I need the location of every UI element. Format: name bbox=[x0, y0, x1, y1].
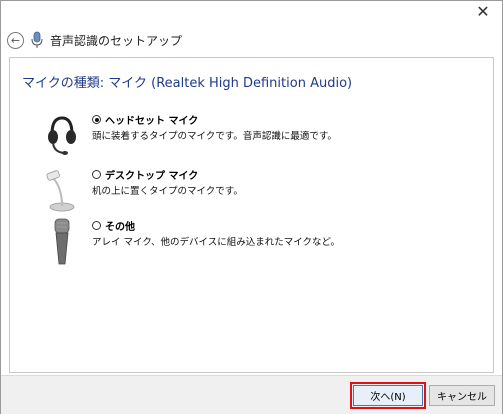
dialog-window: ✕ ← 音声認識のセットアップ マイクの種類: マイク (Realtek Hig… bbox=[0, 0, 503, 414]
cancel-button[interactable]: キャンセル bbox=[429, 385, 495, 406]
button-bar: 次へ(N) キャンセル bbox=[1, 375, 502, 414]
wizard-header: ← 音声認識のセットアップ bbox=[7, 29, 182, 51]
headset-icon bbox=[48, 116, 76, 155]
option-description: 机の上に置くタイプのマイクです。 bbox=[92, 186, 243, 197]
option-headset[interactable]: ヘッドセット マイク 頭に装着するタイプのマイクです。音声認識に最適です。 bbox=[42, 112, 462, 156]
radio-desktop[interactable] bbox=[92, 170, 101, 179]
radio-other[interactable] bbox=[92, 221, 101, 230]
option-description: 頭に装着するタイプのマイクです。音声認識に最適です。 bbox=[92, 131, 337, 142]
section-title: マイクの種類: マイク (Realtek High Definition Aud… bbox=[22, 76, 353, 91]
back-arrow-icon: ← bbox=[10, 33, 21, 47]
option-description: アレイ マイク、他のデバイスに組み込まれたマイクなど。 bbox=[92, 237, 341, 248]
close-button[interactable]: ✕ bbox=[468, 1, 498, 21]
content-panel: マイクの種類: マイク (Realtek High Definition Aud… bbox=[9, 57, 494, 373]
option-label: ヘッドセット マイク bbox=[105, 116, 199, 127]
close-icon: ✕ bbox=[476, 1, 490, 21]
radio-headset[interactable] bbox=[92, 115, 101, 124]
option-other[interactable]: その他 アレイ マイク、他のデバイスに組み込まれたマイクなど。 bbox=[42, 218, 462, 265]
title-bar: ✕ bbox=[1, 1, 502, 25]
back-button[interactable]: ← bbox=[7, 31, 24, 49]
desktop-mic-icon bbox=[46, 170, 75, 212]
next-button[interactable]: 次へ(N) bbox=[353, 385, 423, 406]
handheld-mic-icon bbox=[54, 218, 70, 265]
wizard-title: 音声認識のセットアップ bbox=[50, 33, 183, 48]
option-desktop[interactable]: デスクトップ マイク 机の上に置くタイプのマイクです。 bbox=[42, 167, 462, 212]
option-label: その他 bbox=[105, 222, 135, 233]
microphone-icon bbox=[31, 31, 43, 48]
option-label: デスクトップ マイク bbox=[105, 171, 199, 182]
